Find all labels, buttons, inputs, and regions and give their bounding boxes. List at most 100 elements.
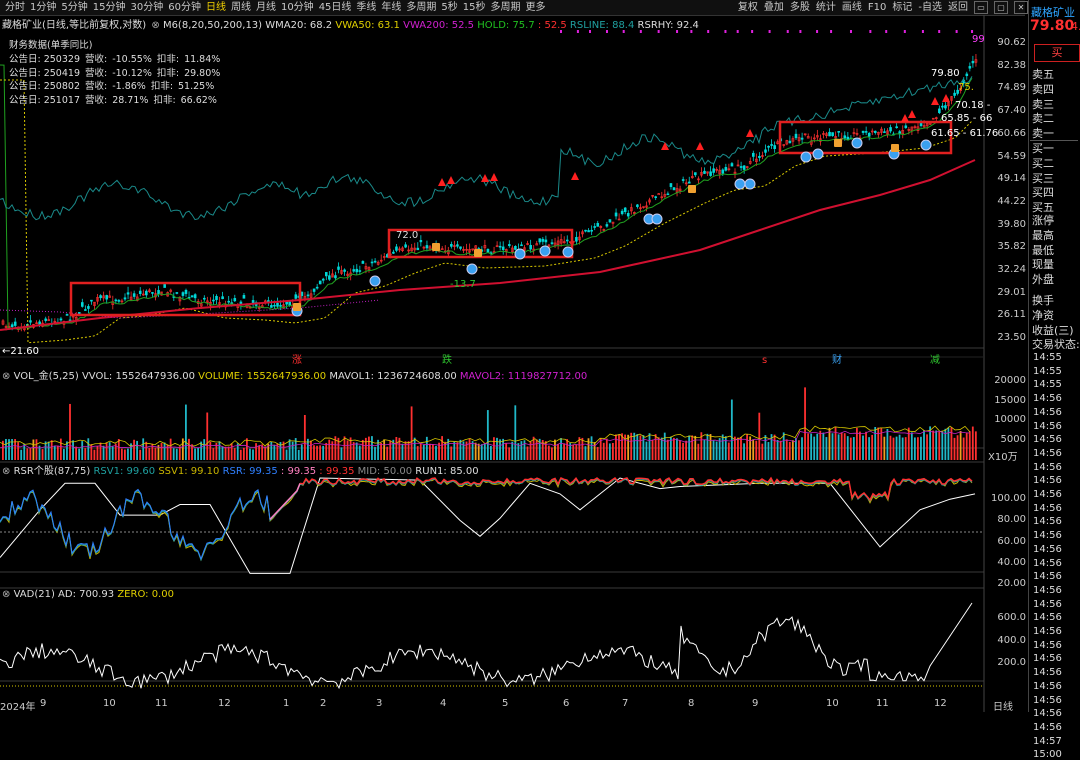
period-tab-12[interactable]: 年线 [381, 0, 401, 15]
candle-body [636, 204, 639, 207]
volume-bar [737, 437, 739, 460]
volume-bar [29, 447, 32, 460]
toolbar-item-1[interactable]: 叠加 [764, 2, 784, 13]
toolbar-item-5[interactable]: F10 [868, 2, 886, 13]
period-tab-1[interactable]: 1分钟 [30, 0, 56, 15]
financial-row: 公告日: 250419 营收: -10.12% 扣非: 29.80% [9, 65, 225, 79]
candle-body [529, 244, 532, 250]
period-tab-8[interactable]: 月线 [256, 0, 276, 15]
period-tab-17[interactable]: 更多 [526, 0, 546, 15]
period-tab-14[interactable]: 5秒 [441, 0, 457, 15]
volume-bar [340, 447, 343, 460]
volume-bar [910, 432, 913, 460]
tick-time: 14:56 [1033, 639, 1062, 651]
volume-bar [87, 438, 90, 460]
volume-bar [666, 439, 669, 460]
rsr-title[interactable]: RSR个股(87,75) [14, 466, 91, 477]
volume-bar [142, 438, 145, 460]
toolbar-item-7[interactable]: -自选 [918, 2, 942, 13]
period-tab-2[interactable]: 5分钟 [61, 0, 87, 15]
top-dot [707, 30, 710, 33]
volume-bar [965, 432, 968, 460]
volume-bar [773, 434, 776, 460]
period-tab-7[interactable]: 周线 [231, 0, 251, 15]
window-max-icon[interactable]: ▢ [994, 1, 1008, 14]
signal-circle [562, 246, 574, 258]
tick-time: 14:56 [1033, 530, 1062, 542]
window-close-icon[interactable]: ✕ [1014, 1, 1028, 14]
volume-bar [154, 447, 157, 460]
period-tab-5[interactable]: 60分钟 [168, 0, 201, 15]
candle-body [550, 242, 554, 244]
axis-label: 29.01 [997, 286, 1026, 298]
tick-time: 14:57 [1033, 735, 1062, 747]
quote-label: 最低 [1032, 243, 1054, 257]
volume-bar [212, 448, 215, 460]
toolbar-item-2[interactable]: 多股 [790, 2, 810, 13]
rsline-value: RSLINE: 88.4 [569, 20, 635, 31]
toolbar-item-8[interactable]: 返回 [948, 2, 968, 13]
volume-bar [816, 433, 819, 460]
fin-np_label: 扣非: [153, 94, 176, 106]
period-tab-10[interactable]: 45日线 [319, 0, 352, 15]
volume-bar [572, 444, 575, 460]
volume-bar [361, 439, 364, 460]
fin-rev: -10.12% [112, 67, 152, 79]
volume-bar [422, 444, 425, 460]
tick-time: 14:56 [1033, 434, 1062, 446]
volume-bar [636, 434, 639, 460]
volume-bar [801, 437, 803, 460]
candle-body [669, 183, 673, 187]
buy-button[interactable]: 买 [1034, 44, 1080, 62]
candle-body [767, 145, 770, 148]
candle-body [373, 260, 377, 263]
right-label-d: 61.65 - 61.76 [931, 128, 999, 139]
event-marker: 跌 [442, 353, 452, 366]
volume-bar [843, 433, 846, 460]
toolbar-item-0[interactable]: 复权 [738, 2, 758, 13]
period-tab-15[interactable]: 15秒 [463, 0, 486, 15]
candle-body [81, 302, 84, 307]
volume-title[interactable]: VOL_金(5,25) [14, 371, 79, 382]
volume-bar [920, 436, 922, 460]
close-icon[interactable]: ⊗ [151, 20, 159, 31]
period-tab-16[interactable]: 多周期 [491, 0, 521, 15]
close-icon[interactable]: ⊗ [2, 589, 10, 600]
window-min-icon[interactable]: ▭ [974, 1, 988, 14]
hold2-value: : 52.5 [537, 20, 567, 31]
period-tab-13[interactable]: 多周期 [406, 0, 436, 15]
toolbar-right: 复权 叠加 多股 统计 画线 F10 标记 -自选 返回 ▭ ▢ ✕ [732, 0, 1028, 15]
vwa50-line [0, 79, 973, 344]
vad-title[interactable]: VAD(21) [14, 589, 55, 600]
candle-body [151, 292, 154, 294]
toolbar-item-3[interactable]: 统计 [816, 2, 836, 13]
toolbar-item-4[interactable]: 画线 [842, 2, 862, 13]
hold-value: HOLD: 75.7 [477, 20, 535, 31]
volume-bar [23, 443, 26, 460]
candle-body [233, 298, 237, 302]
volume-bar [743, 443, 745, 460]
volume-bar [41, 449, 44, 460]
volume-bar [788, 441, 791, 460]
period-tab-0[interactable]: 分时 [5, 0, 25, 15]
candle-body [800, 137, 804, 140]
indicator-label[interactable]: M6(8,20,50,200,13) [163, 20, 262, 31]
period-tab-4[interactable]: 30分钟 [130, 0, 163, 15]
volume-bar [81, 441, 84, 460]
close-icon[interactable]: ⊗ [2, 466, 10, 477]
volume-bar [136, 440, 138, 460]
period-tab-3[interactable]: 15分钟 [93, 0, 126, 15]
volume-bar [111, 446, 114, 460]
axis-label: 60.00 [997, 535, 1026, 547]
candle-body [919, 122, 923, 126]
volume-bar [175, 448, 178, 460]
period-tab-6[interactable]: 日线 [206, 0, 226, 15]
close-icon[interactable]: ⊗ [2, 371, 10, 382]
month-label: 9 [40, 698, 47, 709]
period-tab-11[interactable]: 季线 [356, 0, 376, 15]
volume-bar [224, 446, 227, 460]
volume-bar [849, 437, 852, 460]
candle-body [794, 133, 798, 139]
toolbar-item-6[interactable]: 标记 [892, 2, 912, 13]
period-tab-9[interactable]: 10分钟 [281, 0, 314, 15]
